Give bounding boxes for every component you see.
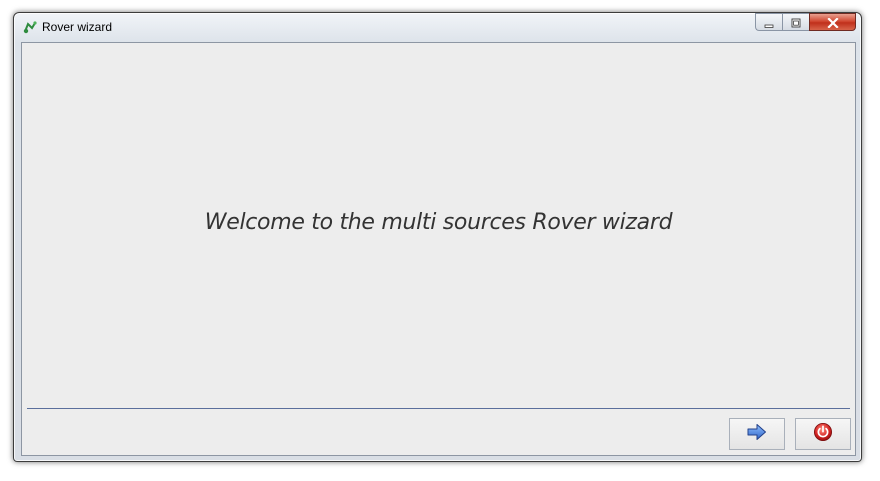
minimize-button[interactable] — [755, 13, 782, 31]
minimize-icon — [764, 13, 774, 32]
wizard-page: Welcome to the multi sources Rover wizar… — [21, 42, 856, 456]
maximize-button[interactable] — [782, 13, 809, 31]
window-title: Rover wizard — [42, 20, 113, 34]
rover-app-icon — [22, 19, 38, 35]
footer-separator — [27, 408, 850, 409]
welcome-message: Welcome to the multi sources Rover wizar… — [204, 210, 673, 235]
close-button[interactable] — [809, 13, 856, 31]
next-button[interactable] — [729, 418, 785, 450]
close-icon — [826, 13, 839, 32]
arrow-right-icon — [747, 423, 767, 445]
exit-button[interactable] — [795, 418, 851, 450]
power-icon — [813, 422, 833, 446]
maximize-icon — [791, 13, 801, 32]
title-bar[interactable]: Rover wizard — [14, 13, 861, 41]
wizard-window: Rover wizard Welcome to the multi source… — [13, 12, 862, 462]
window-controls — [755, 13, 856, 32]
